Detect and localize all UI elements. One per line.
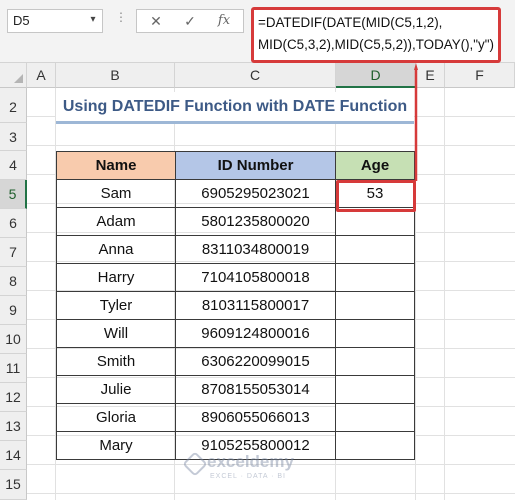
- cell-name[interactable]: Sam: [56, 179, 176, 208]
- cell-age[interactable]: [335, 235, 415, 264]
- cell-id[interactable]: 6905295023021: [175, 179, 336, 208]
- connector-arrow: [414, 63, 418, 181]
- cell-age[interactable]: [335, 291, 415, 320]
- column-header-f[interactable]: F: [445, 63, 515, 88]
- row-header[interactable]: 15: [0, 470, 27, 500]
- cell-id[interactable]: 8103115800017: [175, 291, 336, 320]
- cell-age[interactable]: [335, 375, 415, 404]
- table-row: Smith 6306220099015: [56, 347, 415, 376]
- cell-name[interactable]: Smith: [56, 347, 176, 376]
- title-underline: [56, 121, 414, 124]
- row-header[interactable]: 12: [0, 383, 27, 412]
- cell-id[interactable]: 8906055066013: [175, 403, 336, 432]
- cell-name[interactable]: Julie: [56, 375, 176, 404]
- table-header-row: Name ID Number Age: [56, 151, 415, 180]
- row-header[interactable]: 6: [0, 209, 27, 238]
- arrow-head: [414, 63, 418, 70]
- row-header[interactable]: 5: [0, 180, 27, 209]
- table-row: Gloria 8906055066013: [56, 403, 415, 432]
- table-row: Julie 8708155053014: [56, 375, 415, 404]
- cell-id[interactable]: 7104105800018: [175, 263, 336, 292]
- cell-id[interactable]: 9609124800016: [175, 319, 336, 348]
- row-header[interactable]: 14: [0, 441, 27, 470]
- column-header-b[interactable]: B: [56, 63, 175, 88]
- sheet-title: Using DATEDIF Function with DATE Functio…: [56, 92, 414, 121]
- enter-icon[interactable]: ✓: [179, 12, 201, 30]
- column-header-a[interactable]: A: [27, 63, 56, 88]
- cell-id[interactable]: 8311034800019: [175, 235, 336, 264]
- watermark-brand: exceldemy: [207, 452, 294, 471]
- cell-name[interactable]: Mary: [56, 431, 176, 460]
- cell-age[interactable]: [335, 403, 415, 432]
- more-options-icon[interactable]: ⋮: [115, 11, 127, 32]
- header-age[interactable]: Age: [335, 151, 415, 180]
- column-header-d[interactable]: D: [336, 63, 416, 88]
- cell-age[interactable]: [335, 347, 415, 376]
- cell-name[interactable]: Gloria: [56, 403, 176, 432]
- cell-name[interactable]: Adam: [56, 207, 176, 236]
- row-header[interactable]: 11: [0, 354, 27, 383]
- chevron-down-icon[interactable]: ▾: [87, 12, 99, 28]
- table-row: Will 9609124800016: [56, 319, 415, 348]
- cell-age[interactable]: [335, 431, 415, 460]
- active-cell-highlight: [336, 180, 416, 212]
- cell-age[interactable]: [335, 263, 415, 292]
- cell-age[interactable]: [335, 319, 415, 348]
- watermark-tagline: EXCEL · DATA · BI: [210, 473, 286, 480]
- row-header[interactable]: 7: [0, 238, 27, 267]
- table-row: Tyler 8103115800017: [56, 291, 415, 320]
- table-row: Anna 8311034800019: [56, 235, 415, 264]
- row-header[interactable]: 3: [0, 123, 27, 151]
- row-header[interactable]: 8: [0, 267, 27, 296]
- cell-id[interactable]: 5801235800020: [175, 207, 336, 236]
- select-all-triangle-icon: [14, 74, 23, 83]
- row-header[interactable]: 9: [0, 296, 27, 325]
- cell-id[interactable]: 6306220099015: [175, 347, 336, 376]
- column-header-e[interactable]: E: [416, 63, 445, 88]
- formula-input[interactable]: =DATEDIF(DATE(MID(C5,1,2), MID(C5,3,2),M…: [251, 7, 501, 63]
- cell-id[interactable]: 8708155053014: [175, 375, 336, 404]
- cancel-icon[interactable]: ✕: [145, 12, 167, 30]
- gridline: [444, 88, 445, 500]
- cell-name[interactable]: Will: [56, 319, 176, 348]
- cell-name[interactable]: Tyler: [56, 291, 176, 320]
- row-header[interactable]: 13: [0, 412, 27, 441]
- row-header[interactable]: 10: [0, 325, 27, 354]
- column-header-c[interactable]: C: [175, 63, 336, 88]
- row-header[interactable]: 2: [0, 88, 27, 123]
- header-name[interactable]: Name: [56, 151, 176, 180]
- cell-name[interactable]: Anna: [56, 235, 176, 264]
- row-header[interactable]: 4: [0, 151, 27, 180]
- table-row: Harry 7104105800018: [56, 263, 415, 292]
- cell-name[interactable]: Harry: [56, 263, 176, 292]
- insert-function-icon[interactable]: fx: [213, 12, 235, 30]
- formula-buttons: ✕ ✓ fx: [136, 9, 244, 33]
- header-id-number[interactable]: ID Number: [175, 151, 336, 180]
